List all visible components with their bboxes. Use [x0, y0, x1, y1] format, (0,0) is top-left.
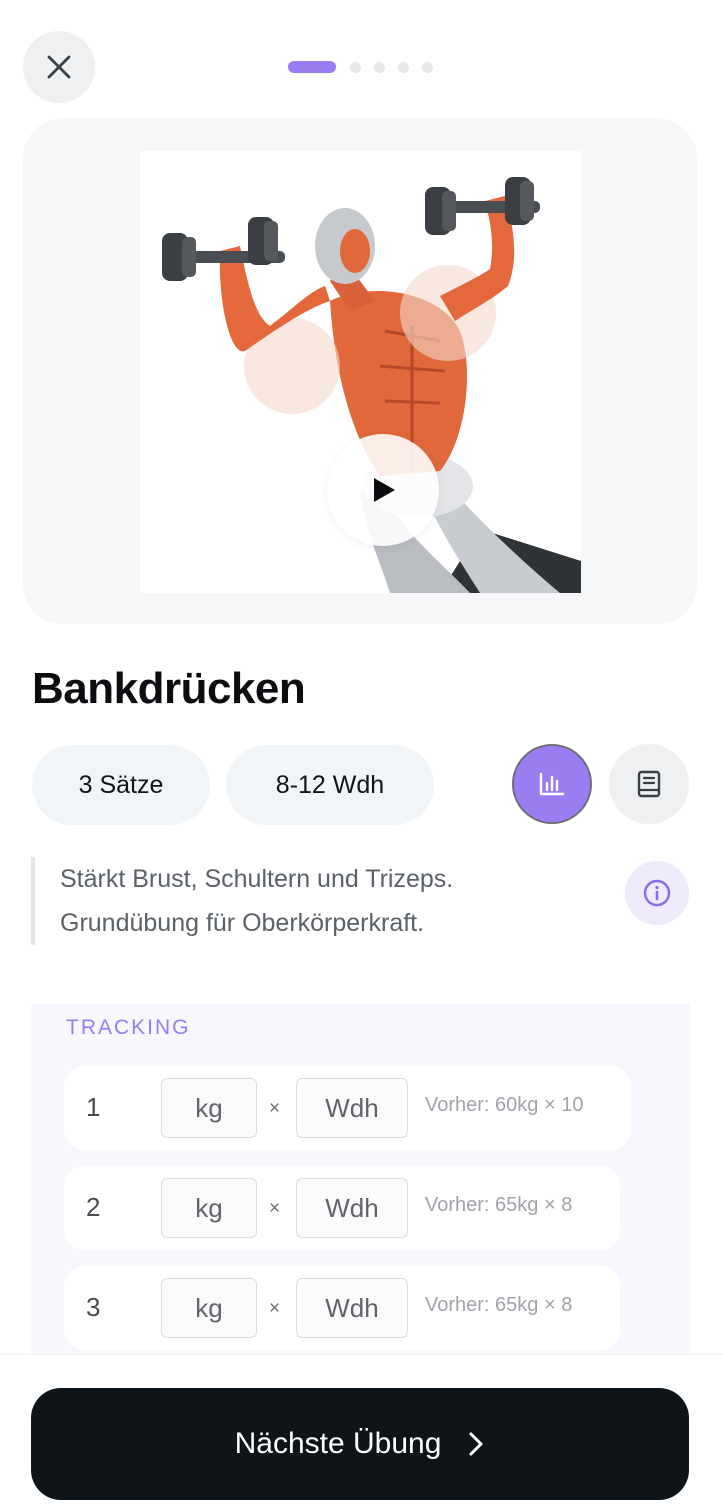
description-line: Grundübung für Oberkörperkraft. — [60, 909, 425, 937]
close-button[interactable] — [23, 31, 95, 103]
notebook-icon — [637, 770, 661, 798]
notes-button[interactable] — [609, 744, 689, 824]
times-symbol: × — [269, 1198, 281, 1219]
reps-input[interactable] — [296, 1078, 408, 1138]
close-icon — [47, 55, 71, 79]
progress-dot — [374, 61, 385, 73]
weight-input[interactable] — [161, 1078, 257, 1138]
weight-input[interactable] — [161, 1278, 257, 1338]
tracking-label: TRACKING — [66, 1016, 191, 1039]
footer-bar: Nächste Übung — [0, 1354, 723, 1506]
set-number: 3 — [86, 1292, 101, 1322]
info-button[interactable] — [625, 861, 689, 925]
exercise-media-card — [23, 118, 697, 624]
previous-result: Vorher: 65kg × 8 — [425, 1194, 573, 1216]
times-symbol: × — [269, 1298, 281, 1319]
progress-dots — [288, 61, 433, 73]
bar-chart-icon — [539, 772, 565, 796]
progress-dot — [422, 61, 433, 73]
reps-input[interactable] — [296, 1178, 408, 1238]
set-row: 2 × Vorher: 65kg × 8 — [64, 1166, 620, 1250]
play-video-button[interactable] — [327, 434, 439, 546]
play-icon — [374, 478, 395, 502]
sets-chip: 3 Sätze — [32, 745, 210, 825]
set-number: 1 — [86, 1092, 101, 1122]
chevron-right-icon — [469, 1432, 483, 1456]
set-number: 2 — [86, 1192, 101, 1222]
next-exercise-button[interactable]: Nächste Übung — [31, 1388, 689, 1500]
progress-dot — [398, 61, 409, 73]
progress-dot — [350, 61, 361, 73]
description-line: Stärkt Brust, Schultern und Trizeps. — [60, 865, 454, 893]
exercise-title: Bankdrücken — [32, 664, 306, 713]
set-row: 3 × Vorher: 65kg × 8 — [64, 1266, 620, 1350]
set-row: 1 × Vorher: 60kg × 10 — [64, 1066, 631, 1150]
reps-chip: 8-12 Wdh — [226, 745, 434, 825]
previous-result: Vorher: 65kg × 8 — [425, 1294, 573, 1316]
times-symbol: × — [269, 1098, 281, 1119]
info-icon — [643, 879, 671, 907]
stats-button[interactable] — [512, 744, 592, 824]
previous-result: Vorher: 60kg × 10 — [425, 1094, 584, 1116]
progress-dot-active — [288, 61, 336, 73]
next-exercise-label: Nächste Übung — [234, 1427, 442, 1460]
exercise-description: Stärkt Brust, Schultern und Trizeps. Gru… — [31, 857, 571, 945]
weight-input[interactable] — [161, 1178, 257, 1238]
reps-input[interactable] — [296, 1278, 408, 1338]
tracking-section: TRACKING 1 × Vorher: 60kg × 10 2 × Vorhe… — [31, 1004, 690, 1364]
